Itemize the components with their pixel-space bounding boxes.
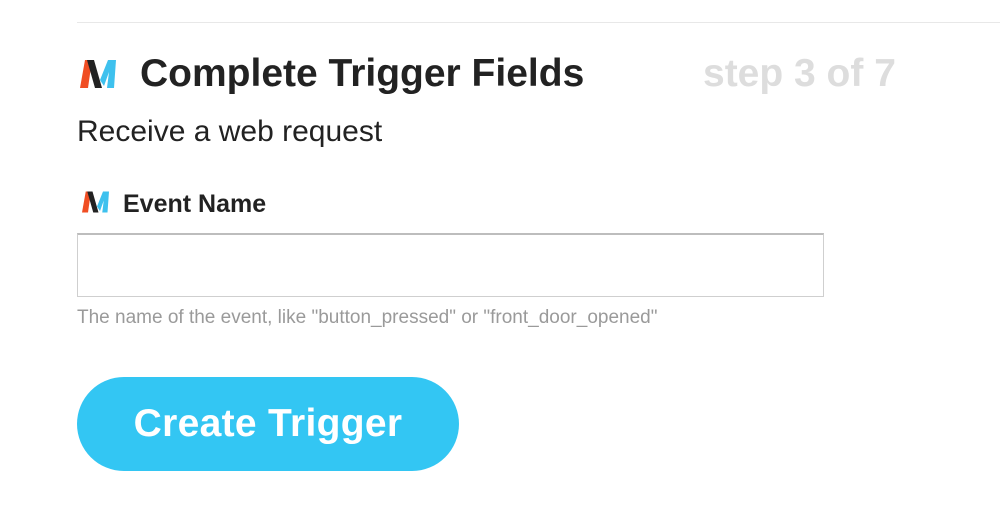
top-divider	[77, 22, 1000, 23]
trigger-subtitle: Receive a web request	[77, 115, 383, 148]
page-title: Complete Trigger Fields	[140, 52, 585, 95]
page-header: Complete Trigger Fields step 3 of 7	[80, 50, 1000, 100]
event-name-label: Event Name	[123, 190, 267, 218]
maker-logo-icon	[80, 60, 116, 88]
event-name-input[interactable]	[77, 233, 824, 297]
maker-logo-icon	[82, 191, 109, 213]
create-trigger-button[interactable]: Create Trigger	[77, 377, 459, 471]
event-name-help-text: The name of the event, like "button_pres…	[77, 307, 658, 328]
step-indicator: step 3 of 7	[703, 52, 896, 95]
